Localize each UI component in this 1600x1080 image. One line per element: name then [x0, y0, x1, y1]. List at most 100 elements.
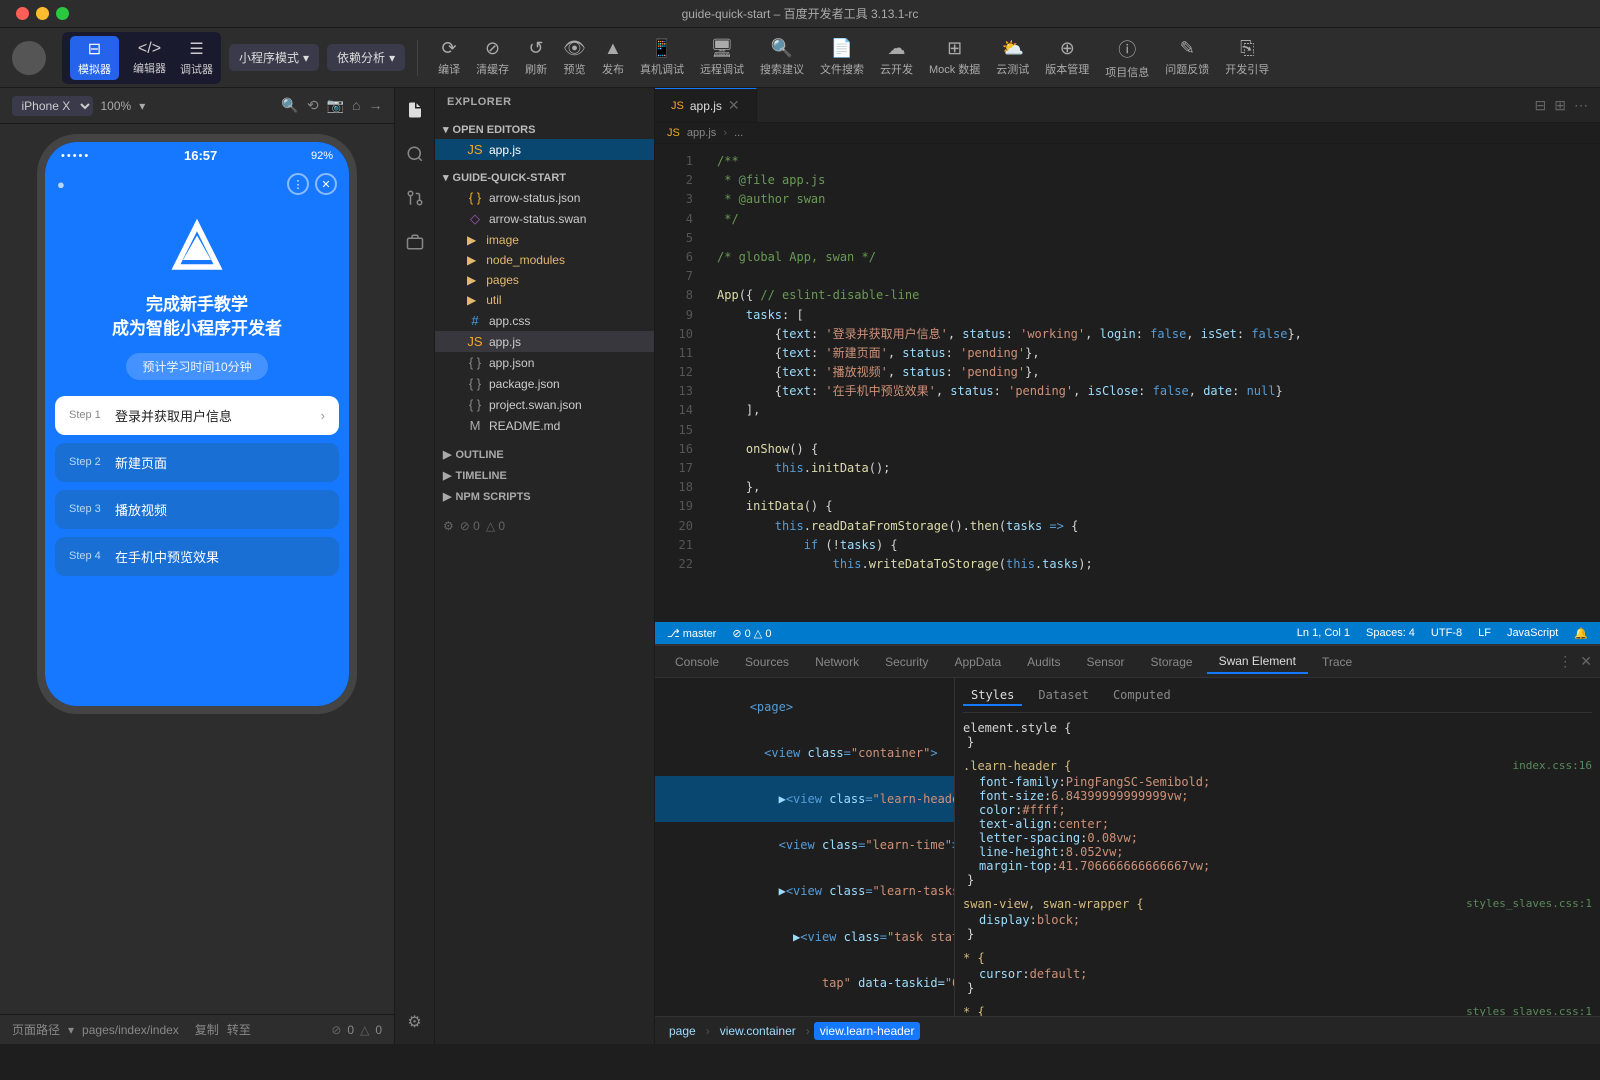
tab-close-btn[interactable]: ✕ [728, 97, 740, 114]
dom-line-task-1a[interactable]: ▶<view class="task status-pending swan-s… [655, 1006, 954, 1016]
dom-tree[interactable]: <page> <view class="container"> ▶<view c… [655, 678, 955, 1016]
version-mgmt-btn[interactable]: ⊕ 版本管理 [1045, 38, 1089, 77]
dev-guide-btn[interactable]: ⎘ 开发引导 [1225, 38, 1269, 77]
git-icon[interactable] [401, 184, 429, 212]
open-file-appjs[interactable]: JS app.js [435, 139, 654, 160]
files-icon[interactable] [401, 96, 429, 124]
clear-cache-btn[interactable]: ⊘ 清缓存 [476, 38, 509, 77]
tab-swan-element[interactable]: Swan Element [1207, 650, 1308, 674]
phone-step-3[interactable]: Step 3 播放视频 [55, 490, 339, 529]
device-select[interactable]: iPhone X [12, 96, 93, 116]
app-json[interactable]: { } app.json [435, 352, 654, 373]
extensions-icon[interactable] [401, 228, 429, 256]
tab-sources[interactable]: Sources [733, 651, 801, 673]
dom-line-learn-time[interactable]: <view class="learn-time">...</view> [655, 822, 954, 868]
dom-line-learn-tasks[interactable]: ▶<view class="learn-tasks"> [655, 868, 954, 914]
close-btn[interactable]: ✕ [315, 173, 337, 195]
image-folder[interactable]: ▶ image [435, 230, 654, 250]
devtools-close-icon[interactable]: ✕ [1580, 653, 1592, 670]
eol-indicator[interactable]: LF [1478, 627, 1491, 639]
tab-audits[interactable]: Audits [1015, 651, 1072, 673]
outline-header[interactable]: ▶ OUTLINE [435, 444, 654, 465]
cloud-test-btn[interactable]: ⛅ 云测试 [996, 38, 1029, 77]
encoding-indicator[interactable]: UTF-8 [1431, 627, 1462, 639]
project-info-btn[interactable]: ⓘ 项目信息 [1105, 36, 1149, 80]
dom-line-task-0b[interactable]: tap" data-taskid="0">...</view> [655, 960, 954, 1006]
simulator-btn[interactable]: ⊟ 模拟器 [70, 36, 119, 80]
more-actions-icon[interactable]: ⋯ [1574, 97, 1588, 114]
breadcrumb-page[interactable]: page [663, 1022, 702, 1040]
issue-feedback-btn[interactable]: ✎ 问题反馈 [1165, 38, 1209, 77]
tab-trace[interactable]: Trace [1310, 651, 1364, 673]
app-css[interactable]: # app.css [435, 310, 654, 331]
preview-btn[interactable]: 👁 预览 [563, 38, 586, 77]
dependency-dropdown[interactable]: 依赖分析 ▾ [327, 44, 405, 71]
settings-icon[interactable]: ⚙ [401, 1008, 429, 1036]
zoom-dropdown-arrow[interactable]: ▾ [139, 99, 145, 113]
publish-btn[interactable]: ▲ 发布 [602, 38, 624, 77]
breadcrumb-view-container[interactable]: view.container [714, 1022, 802, 1040]
pages-folder[interactable]: ▶ pages [435, 270, 654, 290]
code-content[interactable]: /** * @file app.js * @author swan */ /* … [705, 144, 1600, 622]
arrow-status-swan[interactable]: ◇ arrow-status.swan [435, 208, 654, 230]
toggle-panel-icon[interactable]: ⊞ [1554, 97, 1566, 114]
cloud-dev-btn[interactable]: ☁ 云开发 [880, 38, 913, 77]
real-debug-btn[interactable]: 📱 真机调试 [640, 38, 684, 77]
maximize-button[interactable] [56, 7, 69, 20]
language-indicator[interactable]: JavaScript [1507, 627, 1558, 639]
npm-scripts-header[interactable]: ▶ NPM SCRIPTS [435, 486, 654, 507]
notification-icon[interactable]: 🔔 [1574, 627, 1588, 640]
forward-icon[interactable]: → [369, 97, 383, 114]
menu-btn[interactable]: ⋮ [287, 173, 309, 195]
split-editor-icon[interactable]: ⊟ [1535, 97, 1547, 114]
breadcrumb-view-learn-header[interactable]: view.learn-header [814, 1022, 921, 1040]
tab-sensor[interactable]: Sensor [1075, 651, 1137, 673]
home-icon[interactable]: ⌂ [352, 97, 360, 114]
path-dropdown-icon[interactable]: ▾ [68, 1023, 74, 1037]
tab-security[interactable]: Security [873, 651, 940, 673]
mode-dropdown[interactable]: 小程序模式 ▾ [229, 44, 319, 71]
search-icon[interactable]: 🔍 [281, 97, 298, 114]
phone-step-4[interactable]: Step 4 在手机中预览效果 [55, 537, 339, 576]
phone-step-1[interactable]: Step 1 登录并获取用户信息 › [55, 396, 339, 435]
mock-data-btn[interactable]: ⊞ Mock 数据 [929, 38, 980, 77]
search-suggest-btn[interactable]: 🔍 搜索建议 [760, 38, 804, 77]
dom-line-container[interactable]: <view class="container"> [655, 730, 954, 776]
styles-tab-computed[interactable]: Computed [1105, 686, 1179, 706]
timeline-header[interactable]: ▶ TIMELINE [435, 465, 654, 486]
rotate-icon[interactable]: ⟲ [307, 97, 319, 114]
util-folder[interactable]: ▶ util [435, 290, 654, 310]
tab-network[interactable]: Network [803, 651, 871, 673]
search-sidebar-icon[interactable] [401, 140, 429, 168]
compile-btn[interactable]: ⟳ 编译 [438, 38, 460, 77]
app-js-file[interactable]: JS app.js [435, 331, 654, 352]
screenshot-icon[interactable]: 📷 [327, 97, 344, 114]
file-search-btn[interactable]: 📄 文件搜索 [820, 38, 864, 77]
remote-debug-btn[interactable]: 🖥 远程调试 [700, 38, 744, 77]
minimize-button[interactable] [36, 7, 49, 20]
package-json[interactable]: { } package.json [435, 373, 654, 394]
project-header[interactable]: ▾ GUIDE-QUICK-START [435, 168, 654, 187]
tab-appdata[interactable]: AppData [942, 651, 1013, 673]
editor-btn[interactable]: </> 编辑器 [133, 40, 166, 76]
dom-line-learn-header[interactable]: ▶<view class="learn-header">...</view> [655, 776, 954, 822]
copy-action[interactable]: 复制 [195, 1021, 219, 1038]
git-branch[interactable]: ⎇ master [667, 627, 716, 640]
close-button[interactable] [16, 7, 29, 20]
node-modules-folder[interactable]: ▶ node_modules [435, 250, 654, 270]
cursor-position[interactable]: Ln 1, Col 1 [1297, 627, 1350, 639]
open-editors-header[interactable]: ▾ OPEN EDITORS [435, 120, 654, 139]
tap-highlight-source[interactable]: styles_slaves.css:1 [1466, 1005, 1592, 1016]
goto-action[interactable]: 转至 [227, 1021, 251, 1038]
learn-header-source[interactable]: index.css:16 [1513, 759, 1592, 773]
debugger-btn[interactable]: ☰ 调试器 [180, 39, 213, 77]
spaces-indicator[interactable]: Spaces: 4 [1366, 627, 1415, 639]
settings-gear-icon[interactable]: ⚙ [443, 519, 454, 533]
avatar[interactable] [12, 41, 46, 75]
swan-view-source[interactable]: styles_slaves.css:1 [1466, 897, 1592, 911]
code-container[interactable]: 12345 678910 1112131415 1617181920 2122 … [655, 144, 1600, 622]
project-swan-json[interactable]: { } project.swan.json [435, 394, 654, 415]
arrow-status-json[interactable]: { } arrow-status.json [435, 187, 654, 208]
dom-line-task-0a[interactable]: ▶<view class="task status-working swan-s… [655, 914, 954, 960]
readme-md[interactable]: M README.md [435, 415, 654, 436]
